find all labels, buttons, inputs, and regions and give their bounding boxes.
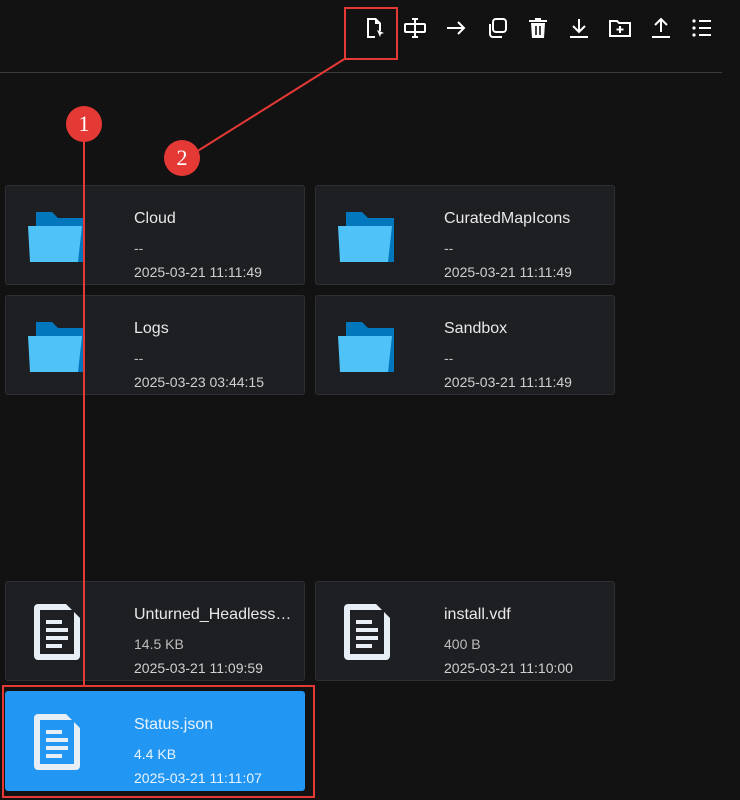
- folder-size: --: [444, 240, 454, 256]
- highlight-selected-file: [2, 685, 315, 798]
- file-size: 400 B: [444, 636, 481, 652]
- step-badge-1: 1: [66, 106, 102, 142]
- arrow-right-icon: [447, 21, 466, 35]
- file-card[interactable]: Unturned_Headless.log 14.5 KB 2025-03-21…: [5, 581, 305, 681]
- file-date: 2025-03-21 11:09:59: [134, 660, 263, 676]
- file-name: install.vdf: [444, 606, 511, 623]
- folder-name: Sandbox: [444, 320, 508, 337]
- document-icon: [344, 604, 390, 660]
- folder-size: --: [134, 240, 144, 256]
- folder-icon: [338, 212, 394, 262]
- trash-icon: [529, 18, 547, 38]
- file-date: 2025-03-21 11:10:00: [444, 660, 573, 676]
- folder-card[interactable]: Cloud -- 2025-03-21 11:11:49: [5, 185, 305, 285]
- list-icon: [692, 19, 711, 37]
- copy-icon: [489, 18, 507, 38]
- download-button[interactable]: [561, 10, 597, 46]
- copy-button[interactable]: [479, 10, 515, 46]
- folder-card[interactable]: CuratedMapIcons -- 2025-03-21 11:11:49: [315, 185, 615, 285]
- folder-date: 2025-03-21 11:11:49: [134, 264, 262, 280]
- toolbar-divider: [0, 72, 722, 73]
- rename-icon: [404, 18, 426, 38]
- folder-name: Logs: [134, 320, 169, 337]
- download-icon: [570, 19, 588, 38]
- folder-date: 2025-03-21 11:11:49: [444, 264, 572, 280]
- upload-icon: [652, 17, 670, 38]
- folder-icon: [338, 322, 394, 372]
- rename-button[interactable]: [397, 10, 433, 46]
- view-list-button[interactable]: [684, 10, 720, 46]
- new-folder-button[interactable]: [602, 10, 638, 46]
- folder-size: --: [134, 350, 144, 366]
- move-button[interactable]: [438, 10, 474, 46]
- file-size: 14.5 KB: [134, 636, 184, 652]
- folder-date: 2025-03-23 03:44:15: [134, 374, 264, 390]
- folder-icon: [28, 322, 84, 372]
- folder-icon: [28, 212, 84, 262]
- file-card[interactable]: install.vdf 400 B 2025-03-21 11:10:00: [315, 581, 615, 681]
- folder-card[interactable]: Logs -- 2025-03-23 03:44:15: [5, 295, 305, 395]
- folder-name: Cloud: [134, 210, 176, 227]
- folder-date: 2025-03-21 11:11:49: [444, 374, 572, 390]
- upload-button[interactable]: [643, 10, 679, 46]
- folder-plus-icon: [609, 20, 631, 37]
- folder-name: CuratedMapIcons: [444, 210, 571, 227]
- step-badge-2: 2: [164, 140, 200, 176]
- folder-size: --: [444, 350, 454, 366]
- highlight-open-file: [344, 7, 398, 60]
- delete-button[interactable]: [520, 10, 556, 46]
- folder-card[interactable]: Sandbox -- 2025-03-21 11:11:49: [315, 295, 615, 395]
- document-icon: [34, 604, 80, 660]
- file-name: Unturned_Headless.log: [134, 606, 292, 623]
